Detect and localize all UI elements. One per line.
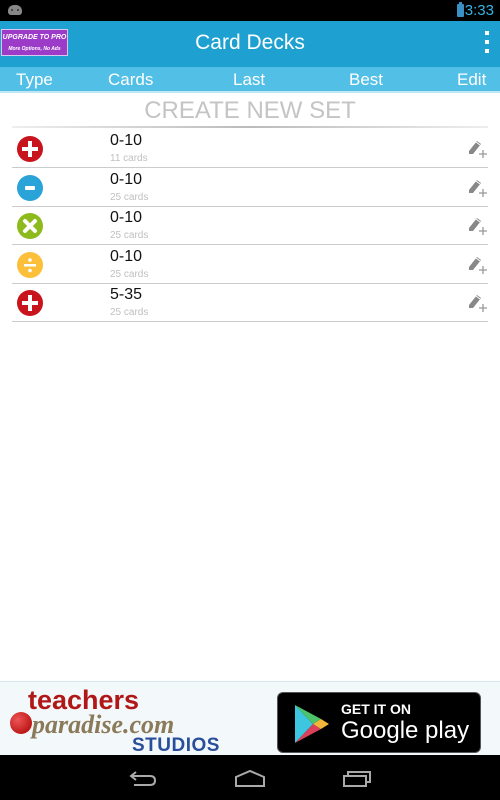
deck-card-count: 25 cards — [110, 191, 149, 203]
deck-range: 0-10 — [110, 209, 143, 226]
clock: 3:33 — [464, 2, 494, 19]
navigation-bar — [0, 755, 500, 800]
google-play-badge[interactable]: GET IT ON Google play — [277, 692, 481, 753]
column-type[interactable]: Type — [16, 70, 53, 90]
action-bar: UPGRADE TO PRO More Options, No Ads Card… — [0, 21, 500, 67]
back-icon[interactable] — [128, 768, 158, 788]
plus-icon — [17, 290, 43, 316]
overflow-menu-icon[interactable] — [484, 31, 490, 57]
plus-icon — [17, 136, 43, 162]
column-last[interactable]: Last — [233, 70, 265, 90]
battery-charging-icon — [457, 2, 464, 17]
deck-row[interactable]: 5-35 25 cards — [0, 283, 500, 321]
deck-card-count: 25 cards — [110, 230, 149, 241]
edit-deck-icon[interactable] — [466, 214, 488, 236]
divide-icon — [17, 251, 43, 278]
store-line2: Google play — [341, 717, 470, 744]
brand-studios: STUDIOS — [132, 735, 220, 756]
store-line1: GET IT ON — [341, 701, 411, 717]
home-icon[interactable] — [234, 768, 266, 788]
row-divider — [12, 321, 488, 322]
recent-apps-icon[interactable] — [342, 768, 372, 788]
deck-card-count: 11 cards — [110, 153, 148, 164]
divider — [12, 126, 488, 128]
minus-icon — [17, 174, 43, 201]
deck-row[interactable]: 0-10 25 cards — [0, 245, 500, 283]
google-play-icon — [295, 705, 329, 743]
deck-card-count: 25 cards — [110, 268, 149, 280]
edit-deck-icon[interactable] — [466, 291, 488, 313]
android-notification-icon — [8, 5, 22, 15]
column-header: Type Cards Last Best Edit — [0, 67, 500, 93]
status-bar: 3:33 — [0, 0, 500, 21]
deck-card-count: 25 cards — [110, 307, 149, 318]
times-icon — [17, 213, 43, 239]
edit-deck-icon[interactable] — [466, 137, 488, 159]
deck-range: 0-10 — [110, 170, 143, 188]
deck-row[interactable]: 0-10 25 cards — [0, 168, 500, 206]
edit-deck-icon[interactable] — [466, 253, 488, 275]
create-new-set-button[interactable]: CREATE NEW SET — [0, 96, 500, 126]
page-title: Card Decks — [195, 31, 305, 54]
ad-banner[interactable]: teachers paradise.com STUDIOS GET IT ON … — [0, 681, 500, 756]
edit-deck-icon[interactable] — [466, 176, 488, 198]
deck-range: 5-35 — [110, 286, 143, 303]
deck-range: 0-10 — [110, 132, 143, 149]
column-edit[interactable]: Edit — [457, 70, 486, 90]
deck-row[interactable]: 0-10 25 cards — [0, 206, 500, 244]
deck-row[interactable]: 0-10 11 cards — [0, 129, 500, 167]
column-cards[interactable]: Cards — [108, 70, 153, 90]
column-best[interactable]: Best — [349, 70, 383, 90]
deck-range: 0-10 — [110, 247, 143, 265]
